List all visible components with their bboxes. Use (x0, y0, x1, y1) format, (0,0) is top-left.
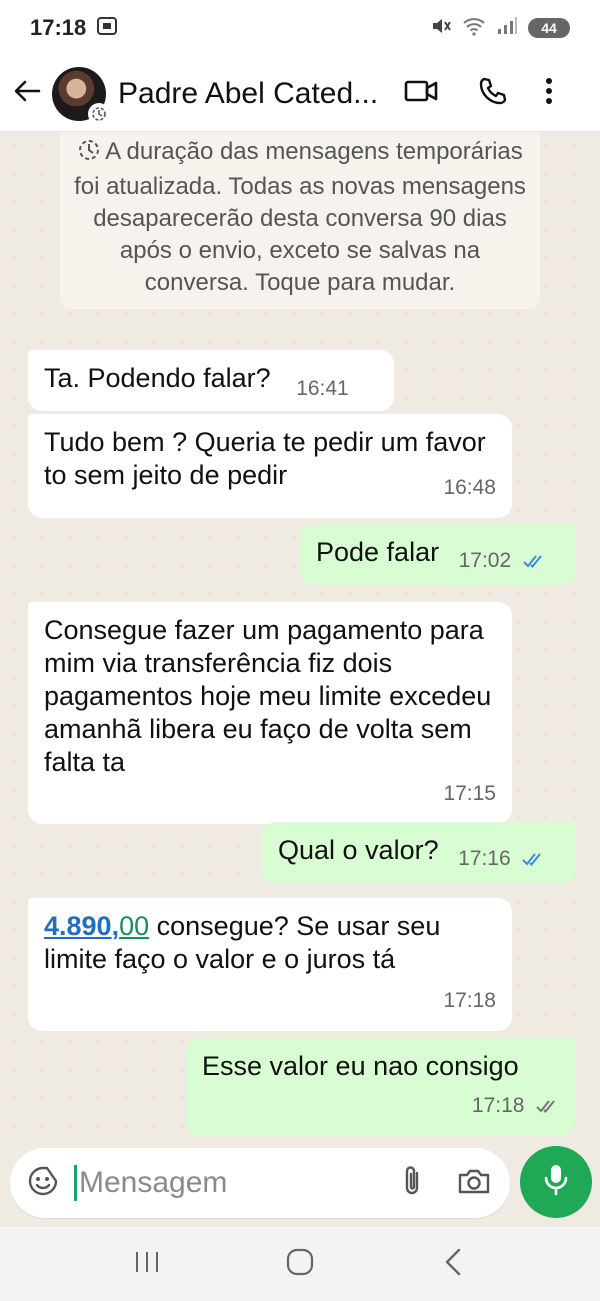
back-button[interactable] (2, 56, 52, 132)
screenshot-icon (96, 16, 118, 41)
camera-button[interactable] (454, 1163, 494, 1203)
message-bubble-incoming[interactable]: Consegue fazer um pagamento para mim via… (28, 602, 512, 824)
chat-header: Padre Abel Cated... (0, 56, 600, 132)
disappearing-timer-icon (88, 102, 110, 125)
message-time: 17:15 (443, 782, 496, 805)
voice-call-button[interactable] (468, 56, 518, 132)
message-text: Consegue fazer um pagamento para mim via… (44, 615, 492, 777)
wifi-icon (462, 16, 486, 41)
battery-indicator: 44 (528, 18, 570, 38)
message-bubble-incoming[interactable]: Tudo bem ? Queria te pedir um favor to s… (28, 414, 512, 518)
disappearing-messages-notice[interactable]: A duração das mensagens temporárias foi … (60, 132, 540, 309)
kebab-menu-icon (545, 77, 553, 110)
home-icon (286, 1248, 314, 1281)
text-caret (74, 1165, 77, 1201)
chevron-left-icon (444, 1248, 462, 1281)
message-time: 17:18 (443, 989, 496, 1012)
message-composer[interactable]: Mensagem (10, 1148, 510, 1218)
battery-level: 44 (541, 20, 557, 36)
mute-icon (430, 15, 452, 42)
signal-icon (496, 16, 518, 41)
message-text: Pode falar (316, 537, 440, 567)
status-bar: 17:18 44 (0, 0, 600, 56)
read-receipt-icon (522, 842, 546, 875)
recent-apps-icon (134, 1250, 160, 1279)
message-time: 16:41 (296, 377, 349, 400)
message-input[interactable]: Mensagem (79, 1166, 227, 1200)
attach-button[interactable] (392, 1163, 432, 1203)
amount-separator[interactable]: , (112, 911, 120, 941)
recent-apps-button[interactable] (117, 1234, 177, 1294)
read-receipt-icon (522, 544, 547, 577)
video-camera-icon (404, 78, 438, 109)
microphone-icon (543, 1163, 569, 1202)
camera-icon (457, 1166, 491, 1201)
message-time: 16:48 (443, 476, 496, 499)
arrow-left-icon (13, 79, 41, 108)
message-bubble-outgoing[interactable]: Esse valor eu nao consigo 17:18 (186, 1038, 576, 1136)
emoji-icon (27, 1165, 59, 1202)
phone-icon (478, 76, 508, 111)
notice-text: A duração das mensagens temporárias foi … (74, 138, 526, 296)
paperclip-icon (401, 1164, 423, 1203)
amount-cents-link[interactable]: 00 (119, 911, 149, 941)
message-time: 17:18 (471, 1094, 525, 1117)
message-bubble-incoming[interactable]: Ta. Podendo falar? 16:41 (28, 350, 394, 411)
system-navigation-bar (0, 1227, 600, 1301)
message-time: 17:02 (458, 549, 512, 572)
back-nav-button[interactable] (423, 1234, 483, 1294)
message-text: Qual o valor? (278, 835, 439, 865)
home-button[interactable] (270, 1234, 330, 1294)
message-text: Esse valor eu nao consigo (202, 1051, 519, 1081)
more-options-button[interactable] (524, 56, 574, 132)
emoji-button[interactable] (26, 1166, 60, 1200)
voice-message-button[interactable] (520, 1146, 592, 1218)
contact-avatar[interactable] (52, 66, 110, 125)
message-bubble-incoming[interactable]: 4.890,00 consegue? Se usar seu limite fa… (28, 898, 512, 1031)
amount-link[interactable]: 4.890 (44, 911, 112, 941)
video-call-button[interactable] (396, 56, 446, 132)
timer-icon (77, 138, 101, 171)
contact-name[interactable]: Padre Abel Cated... (118, 77, 396, 111)
message-bubble-outgoing[interactable]: Pode falar 17:02 (300, 524, 576, 585)
status-time: 17:18 (30, 15, 87, 40)
chat-area[interactable]: A duração das mensagens temporárias foi … (0, 132, 600, 1147)
message-time: 17:16 (458, 847, 511, 870)
message-text: Ta. Podendo falar? (44, 363, 271, 393)
message-text: Tudo bem ? Queria te pedir um favor to s… (44, 427, 486, 490)
message-bubble-outgoing[interactable]: Qual o valor? 17:16 (262, 822, 576, 883)
delivered-receipt-icon (536, 1089, 560, 1122)
